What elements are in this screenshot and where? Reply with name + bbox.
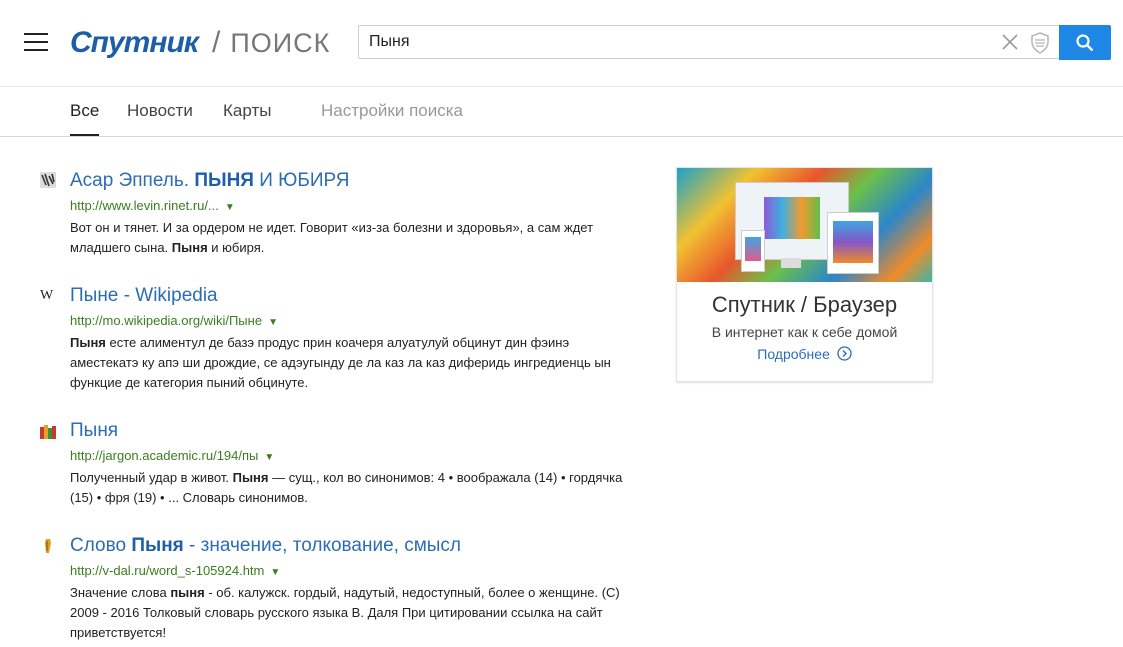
search-tabs: Все Новости Карты Настройки поиска <box>0 86 1123 137</box>
tab-news[interactable]: Новости <box>127 101 193 121</box>
ad-more-link[interactable]: Подробнее <box>677 346 932 362</box>
result-snippet: Вот он и тянет. И за ордером не идет. Го… <box>70 218 630 258</box>
tablet-graphic <box>827 212 879 274</box>
result-title-text: Слово <box>70 535 132 556</box>
logo-separator: / <box>212 26 221 59</box>
logo-brand: Спутник <box>70 26 199 59</box>
tab-all[interactable]: Все <box>70 101 100 136</box>
snippet-highlight: Пыня <box>171 240 208 255</box>
favicon-icon <box>40 172 56 188</box>
books-icon <box>40 425 56 439</box>
snippet-highlight: пыня <box>170 585 205 600</box>
ad-more-label: Подробнее <box>757 346 830 362</box>
result-url[interactable]: http://jargon.academic.ru/194/пы ▼ <box>70 448 274 463</box>
dropdown-arrow-icon[interactable]: ▼ <box>264 452 274 463</box>
result-title-highlight: ПЫНЯ <box>194 170 254 191</box>
result-url[interactable]: http://mo.wikipedia.org/wiki/Пыне ▼ <box>70 313 278 328</box>
tab-maps[interactable]: Карты <box>223 101 271 121</box>
ad-illustration <box>677 168 932 282</box>
result-url[interactable]: http://v-dal.ru/word_s-105924.htm ▼ <box>70 563 280 578</box>
result-title-highlight: Пыня <box>131 535 184 556</box>
ad-text: В интернет как к себе домой <box>711 324 898 340</box>
result-title-link[interactable]: Пыне - Wikipedia <box>70 285 218 307</box>
snippet-text: Вот он и тянет. И за ордером не идет. Го… <box>70 220 594 255</box>
clear-icon[interactable] <box>1001 33 1019 51</box>
snippet-highlight: Пыня <box>232 470 269 485</box>
result-title-text: Асар Эппель. <box>70 170 195 191</box>
tab-search-settings[interactable]: Настройки поиска <box>321 101 463 121</box>
result-title-link[interactable]: Слово Пыня - значение, толкование, смысл <box>70 535 461 557</box>
chevron-right-circle-icon <box>837 346 852 361</box>
snippet-text: и юбиря. <box>207 240 265 255</box>
result-url-text: http://mo.wikipedia.org/wiki/Пыне <box>70 313 263 328</box>
ad-title: Спутник / Браузер <box>711 292 898 317</box>
result-snippet: Полученный удар в живот. Пыня — сущ., ко… <box>70 468 630 508</box>
result-url-text: http://v-dal.ru/word_s-105924.htm <box>70 563 265 578</box>
dropdown-arrow-icon[interactable]: ▼ <box>270 567 280 578</box>
snippet-text: есте алиментул де базэ продус прин коаче… <box>70 335 611 390</box>
result-snippet: Значение слова пыня - об. калужск. горды… <box>70 583 630 643</box>
header: Спутник / ПОИСК <box>0 0 1123 87</box>
dropdown-arrow-icon[interactable]: ▼ <box>225 202 235 213</box>
menu-icon[interactable] <box>24 33 48 51</box>
result-url[interactable]: http://www.levin.rinet.ru/... ▼ <box>70 198 235 213</box>
search-button[interactable] <box>1059 25 1111 60</box>
logo[interactable]: Спутник / ПОИСК <box>70 26 330 60</box>
logo-subtitle: ПОИСК <box>230 27 331 58</box>
result-title-text: И ЮБИРЯ <box>253 170 350 191</box>
dropdown-arrow-icon[interactable]: ▼ <box>268 317 278 328</box>
search-input[interactable] <box>359 26 999 58</box>
quill-icon <box>45 539 51 553</box>
result-url-text: http://www.levin.rinet.ru/... <box>70 198 219 213</box>
result-title-link[interactable]: Асар Эппель. ПЫНЯ И ЮБИРЯ <box>70 170 349 192</box>
result-title-text: - значение, толкование, смысл <box>183 535 462 556</box>
snippet-text: Полученный удар в живот. <box>70 470 233 485</box>
snippet-text: Значение слова <box>70 585 171 600</box>
result-title-link[interactable]: Пыня <box>70 420 118 442</box>
result-title-text: Пыня <box>70 420 119 441</box>
wikipedia-icon: W <box>40 288 54 303</box>
shield-icon[interactable] <box>1030 32 1050 54</box>
result-title-text: Пыне - Wikipedia <box>70 285 218 306</box>
search-box <box>358 25 1059 59</box>
phone-graphic <box>741 230 765 272</box>
search-icon <box>1076 34 1094 52</box>
result-url-text: http://jargon.academic.ru/194/пы <box>70 448 259 463</box>
browser-ad-card[interactable]: Спутник / Браузер В интернет как к себе … <box>676 167 933 382</box>
result-snippet: Пыня есте алиментул де базэ продус прин … <box>70 333 630 393</box>
snippet-highlight: Пыня <box>70 335 106 350</box>
